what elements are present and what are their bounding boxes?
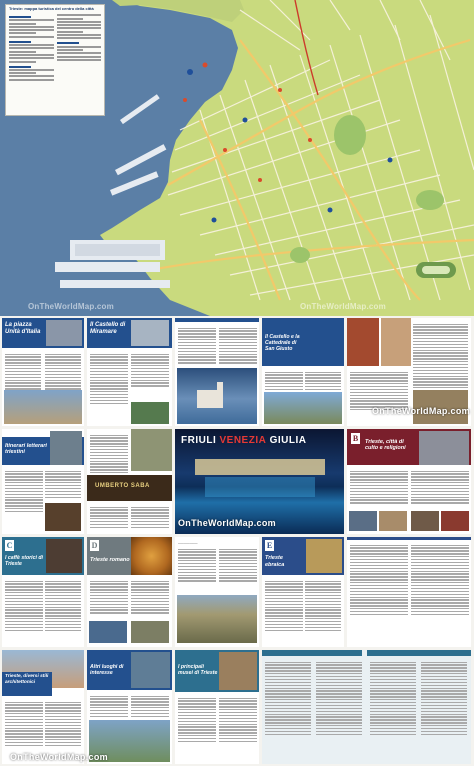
panel-title-piazza: La piazza Unità d'Italia [5,322,41,335]
brochure-back: La piazza Unità d'Italia Il Castello di … [0,316,474,766]
photo-castello [264,392,342,424]
photo-joyce-statue [131,429,172,471]
section-letter-b: B [351,433,360,444]
legend-columns [9,13,101,82]
panel-title-altri: Altri luoghi di interesse [90,664,124,676]
panel-title-ebraica: Trieste ebraica [265,555,285,568]
panel-miramare: Il Castello di Miramare [87,318,172,426]
panel-sinagoga [347,537,471,647]
panel-diversi: Trieste, diversi stili architettonici [2,650,84,764]
city-map[interactable]: Trieste: mappa turistica del centro dell… [0,0,474,316]
panel-title-caffe: I caffè storici di Trieste [5,555,43,567]
panel-title-romano: Trieste romano [90,557,130,563]
panel-itinerari: Itinerari letterari triestini [2,429,84,534]
section-letter-e: E [265,540,274,551]
saba-sign: UMBERTO SABA [95,483,150,489]
photo-miramare [131,320,169,346]
panel-musei-list [262,650,471,764]
panel-title-miramare: Il Castello di Miramare [90,322,126,335]
panel-romano: D Trieste romano [87,537,172,647]
map-watermark: OnTheWorldMap.com [28,302,114,311]
legend-title: Trieste: mappa turistica del centro dell… [9,6,94,11]
photo-mosaico [381,318,411,366]
map-watermark-right: OnTheWorldMap.com [300,302,386,311]
panel-title-itinerari: Itinerari letterari triestini [5,443,47,455]
section-letter-c: C [5,540,14,551]
panel-title-diversi: Trieste, diversi stili architettonici [5,674,49,685]
panel-piazza: La piazza Unità d'Italia [2,318,84,426]
brand-logo: FRIULI VENEZIA GIULIA [181,435,307,446]
section-letter-d: D [90,540,99,551]
photo-svevo [50,431,82,465]
panel-ebraica: E Trieste ebraica [262,537,344,647]
watermark-1: OnTheWorldMap.com [372,406,470,416]
photo-teatro-romano [177,595,257,643]
panel-teatro-romano: ——————— [175,537,259,647]
photo-tram [131,652,170,688]
panel-title-castello: Il Castello e la Cattedrale di San Giust… [265,334,300,352]
watermark-3: OnTheWorldMap.com [10,752,108,762]
photo-libreria [45,503,81,531]
photo-menorah [306,539,342,573]
panel-castello: Il Castello e la Cattedrale di San Giust… [262,318,344,426]
page: Trieste: mappa turistica del centro dell… [0,0,474,766]
photo-miramare-park [131,402,169,424]
photo-cattedrale [347,318,379,366]
panel-title-musei: I principali musei di Trieste [178,664,218,676]
photo-mosaic [131,537,172,575]
map-legend: Trieste: mappa turistica del centro dell… [5,4,105,116]
photo-miramare-castle [177,368,257,424]
photo-piazza-view [4,390,82,424]
legend-column-left [9,13,54,82]
panel-altri: Altri luoghi di interesse [87,650,172,764]
panel-title-citta: Trieste, città di culto e religioni [365,439,406,451]
photo-piazza [46,320,82,346]
legend-column-right [56,13,101,82]
panel-miramare-detail [175,318,259,426]
photo-san-spiridione [419,431,469,465]
photo-museo [219,652,257,690]
photo-caffe [46,539,82,573]
panel-musei: I principali musei di Trieste [175,650,259,764]
panel-saba: UMBERTO SABA [87,429,172,534]
panel-citta: B Trieste, città di culto e religioni [347,429,471,534]
watermark-2: OnTheWorldMap.com [178,518,276,528]
panel-caffe: C I caffè storici di Trieste [2,537,84,647]
